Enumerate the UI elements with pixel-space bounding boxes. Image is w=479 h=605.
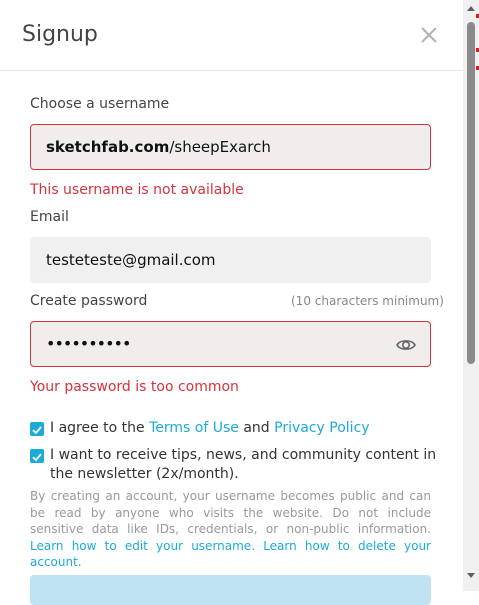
scroll-up-arrow-icon[interactable] [467,6,475,11]
terms-prefix: I agree to the [50,420,150,436]
username-label: Choose a username [30,96,170,112]
email-field[interactable]: testeteste@gmail.com [30,237,431,283]
eye-icon[interactable] [396,335,416,355]
close-icon[interactable] [418,25,440,47]
password-value: •••••••••• [46,334,131,353]
legal-notice: By creating an account, your username be… [30,488,431,571]
scrollbar[interactable] [463,0,479,591]
newsletter-text: I want to receive tips, news, and commun… [50,447,437,482]
email-value: testeteste@gmail.com [46,251,216,269]
newsletter-checkbox[interactable] [30,449,44,463]
scroll-down-arrow-icon[interactable] [467,573,475,578]
legal-text: By creating an account, your username be… [30,489,431,536]
signup-modal: Signup Choose a username sketchfab.com/s… [0,0,464,605]
email-label: Email [30,209,69,225]
password-label: Create password [30,293,148,309]
edit-username-link[interactable]: Learn how to edit your username. [30,539,255,553]
scroll-thumb[interactable] [467,22,475,364]
signup-submit-button[interactable] [30,575,431,605]
terms-text: I agree to the Terms of Use and Privacy … [50,419,370,438]
privacy-policy-link[interactable]: Privacy Policy [274,420,369,436]
password-field[interactable]: •••••••••• [30,321,431,367]
username-field[interactable]: sketchfab.com/sheepExarch [30,124,431,170]
password-hint: (10 characters minimum) [291,294,444,308]
username-domain: sketchfab.com [46,138,170,156]
check-icon [32,426,42,435]
terms-and: and [238,420,275,436]
terms-checkbox[interactable] [30,422,44,436]
check-icon [32,453,42,462]
username-input-text: /sheepExarch [169,138,271,156]
username-error: This username is not available [30,182,244,198]
terms-of-use-link[interactable]: Terms of Use [149,420,239,436]
password-error: Your password is too common [30,379,239,395]
username-value: sketchfab.com/sheepExarch [46,138,271,156]
modal-header: Signup [0,0,463,71]
modal-title: Signup [22,22,98,47]
